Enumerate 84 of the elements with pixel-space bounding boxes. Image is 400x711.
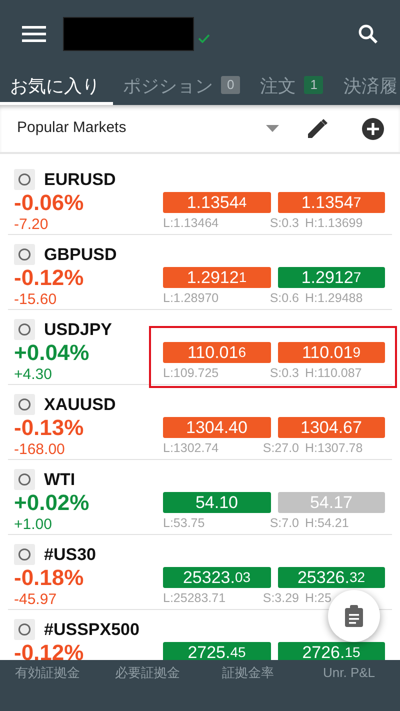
price-button[interactable]: 54.10 xyxy=(163,492,270,513)
footer-label: 有効証拠金 xyxy=(14,664,81,682)
symbol-name: #US30 xyxy=(44,544,96,564)
symbol-name: EURUSD xyxy=(44,170,116,190)
price-button[interactable]: 25326.32 xyxy=(278,567,385,588)
symbol-name: #USSPX500 xyxy=(44,620,140,640)
spread-value: S:0.3 xyxy=(268,365,300,382)
circle-icon xyxy=(18,248,31,261)
clipboard-icon xyxy=(345,605,363,627)
spread-value: S:3.29 xyxy=(262,590,300,607)
tab[interactable]: お気に入り xyxy=(0,68,113,105)
price-button[interactable]: 2726.15 xyxy=(278,642,385,660)
percent-change: -0.06% xyxy=(14,190,85,215)
select-button[interactable] xyxy=(14,319,35,340)
price-button[interactable]: 1304.40 xyxy=(163,417,270,438)
count-badge: 0 xyxy=(221,76,240,94)
point-change: -45.97 xyxy=(14,590,58,609)
edit-icon[interactable] xyxy=(307,118,328,139)
menu-button[interactable] xyxy=(22,25,46,43)
percent-change: +0.04% xyxy=(14,340,90,365)
footer-label: 必要証拠金 xyxy=(114,664,181,682)
low-price: L:53.75 xyxy=(163,515,206,532)
percent-change: -0.12% xyxy=(14,265,85,290)
high-price: H:54.21 xyxy=(305,515,349,532)
low-price: L:1.13464 xyxy=(163,215,220,232)
select-button[interactable] xyxy=(14,619,35,640)
spread-value: S:0.3 xyxy=(268,215,300,232)
count-badge: 1 xyxy=(304,76,324,94)
price-button[interactable]: 1.29127 xyxy=(278,267,385,288)
price-button[interactable]: 110.019 xyxy=(278,342,385,363)
tab[interactable]: 決済履 xyxy=(333,68,400,105)
high-price: H:1307.78 xyxy=(305,440,363,457)
point-change: -15.60 xyxy=(14,290,58,309)
high-price: H:110.087 xyxy=(305,365,362,382)
symbol-name: USDJPY xyxy=(44,320,112,340)
low-price: L:109.725 xyxy=(163,365,220,382)
percent-change: -0.13% xyxy=(14,415,85,440)
low-price: L:1302.74 xyxy=(163,440,220,457)
circle-icon xyxy=(18,473,31,486)
price-button[interactable]: 1.13544 xyxy=(163,192,270,213)
point-change: -7.20 xyxy=(14,215,50,234)
select-button[interactable] xyxy=(14,244,35,265)
price-button[interactable]: 25323.03 xyxy=(163,567,270,588)
circle-icon xyxy=(18,548,31,561)
symbol-name: GBPUSD xyxy=(44,244,117,264)
select-button[interactable] xyxy=(14,469,35,490)
footer-label: Unr. P&L xyxy=(322,664,376,682)
select-button[interactable] xyxy=(14,394,35,415)
symbol-name: XAUUSD xyxy=(44,394,116,414)
price-button[interactable]: 1.29121 xyxy=(163,267,270,288)
circle-icon xyxy=(18,398,31,411)
select-button[interactable] xyxy=(14,544,35,565)
circle-icon xyxy=(18,323,31,336)
price-button[interactable]: 1304.67 xyxy=(278,417,385,438)
percent-change: -0.12% xyxy=(14,640,85,660)
add-icon[interactable] xyxy=(362,118,384,140)
tab[interactable]: 注文 1 xyxy=(250,68,334,105)
spread-value: S:7.0 xyxy=(268,515,300,532)
select-button[interactable] xyxy=(14,169,35,190)
check-icon xyxy=(198,34,210,42)
symbol-name: WTI xyxy=(44,470,76,490)
low-price: L:1.28970 xyxy=(163,290,220,307)
price-button[interactable]: 2725.45 xyxy=(163,642,270,660)
price-button[interactable]: 1.13547 xyxy=(278,192,385,213)
search-button[interactable] xyxy=(358,24,378,44)
point-change: +4.30 xyxy=(14,365,53,384)
list-title: Popular Markets xyxy=(17,118,128,138)
price-button[interactable]: 54.17 xyxy=(278,492,385,513)
footer-label: 証拠金率 xyxy=(221,664,275,682)
tab[interactable]: ポジション 0 xyxy=(113,68,250,105)
spread-value: S:27.0 xyxy=(262,440,300,457)
high-price: H:1.29488 xyxy=(305,290,363,307)
dropdown-arrow-icon[interactable] xyxy=(266,125,279,132)
percent-change: +0.02% xyxy=(14,490,90,515)
circle-icon xyxy=(18,173,31,186)
spread-value: S:0.6 xyxy=(268,290,300,307)
point-change: +1.00 xyxy=(14,515,53,534)
percent-change: -0.18% xyxy=(14,565,85,590)
price-button[interactable]: 110.016 xyxy=(163,342,270,363)
point-change: -168.00 xyxy=(14,440,66,459)
high-price: H:25 xyxy=(305,590,332,607)
low-price: L:25283.71 xyxy=(163,590,227,607)
circle-icon xyxy=(18,623,31,636)
high-price: H:1.13699 xyxy=(305,215,363,232)
